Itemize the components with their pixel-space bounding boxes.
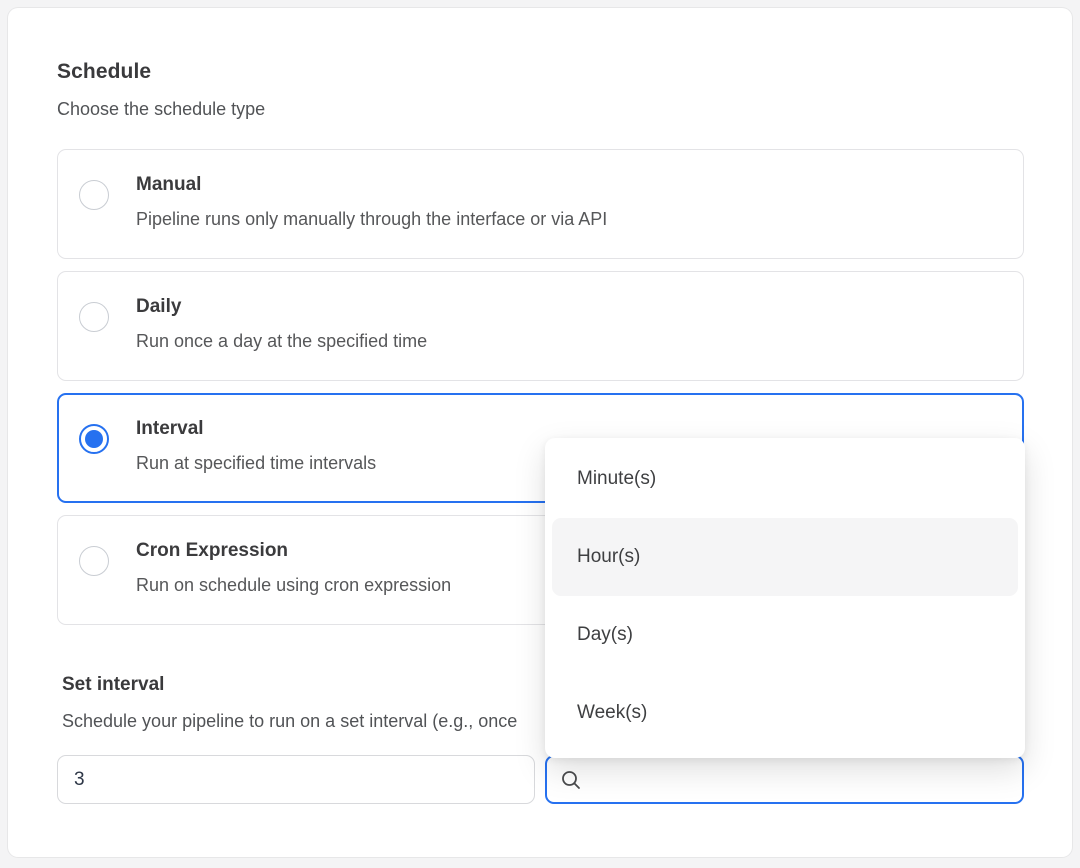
interval-value-input[interactable] — [57, 755, 535, 804]
option-text: Daily Run once a day at the specified ti… — [136, 296, 427, 352]
schedule-settings-card: Schedule Choose the schedule type Manual… — [8, 8, 1072, 857]
radio-interval[interactable] — [79, 424, 109, 454]
option-title-interval: Interval — [136, 418, 376, 440]
dropdown-item-weeks[interactable]: Week(s) — [552, 674, 1018, 752]
interval-unit-select[interactable] — [545, 755, 1025, 804]
dropdown-item-days[interactable]: Day(s) — [552, 596, 1018, 674]
dropdown-item-hours[interactable]: Hour(s) — [552, 518, 1018, 596]
option-desc-interval: Run at specified time intervals — [136, 453, 376, 474]
option-card-daily[interactable]: Daily Run once a day at the specified ti… — [57, 271, 1024, 381]
option-desc-cron: Run on schedule using cron expression — [136, 575, 451, 596]
page-title: Schedule — [57, 60, 1024, 84]
radio-cron[interactable] — [79, 546, 109, 576]
search-icon — [560, 769, 582, 791]
option-desc-manual: Pipeline runs only manually through the … — [136, 209, 607, 230]
option-text: Cron Expression Run on schedule using cr… — [136, 540, 451, 596]
unit-search-input[interactable] — [582, 757, 1023, 802]
option-title-manual: Manual — [136, 174, 607, 196]
interval-inputs-row — [57, 755, 1024, 804]
option-text: Interval Run at specified time intervals — [136, 418, 376, 474]
option-card-manual[interactable]: Manual Pipeline runs only manually throu… — [57, 149, 1024, 259]
option-text: Manual Pipeline runs only manually throu… — [136, 174, 607, 230]
radio-daily[interactable] — [79, 302, 109, 332]
radio-manual[interactable] — [79, 180, 109, 210]
dropdown-item-minutes[interactable]: Minute(s) — [552, 440, 1018, 518]
unit-dropdown-panel: Minute(s) Hour(s) Day(s) Week(s) — [545, 438, 1025, 758]
page-subtitle: Choose the schedule type — [57, 99, 1024, 120]
option-desc-daily: Run once a day at the specified time — [136, 331, 427, 352]
option-title-daily: Daily — [136, 296, 427, 318]
option-title-cron: Cron Expression — [136, 540, 451, 562]
